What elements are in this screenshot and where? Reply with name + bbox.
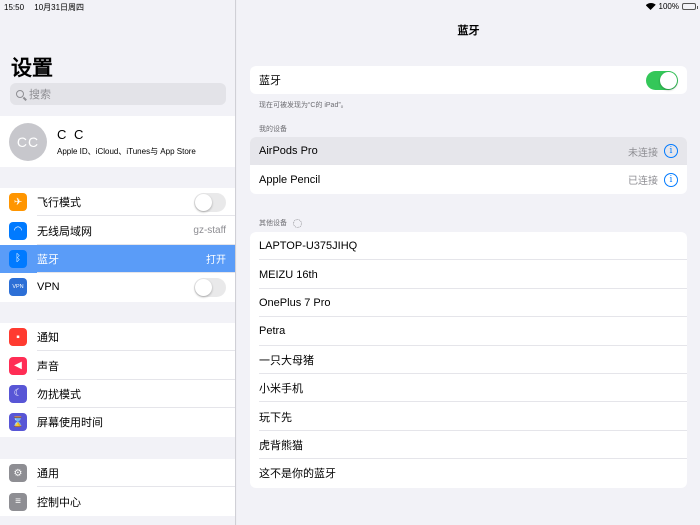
sidebar-item-label: 通用 <box>37 468 59 481</box>
other-device-row[interactable]: OnePlus 7 Pro <box>250 289 687 318</box>
my-devices-header: 我的设备 <box>259 126 287 133</box>
sidebar-item[interactable]: ✈ 飞行模式 <box>0 188 235 217</box>
sidebar-item-label: VPN <box>37 281 60 294</box>
sidebar-item[interactable]: ⚙ 通用 <box>0 459 235 488</box>
gear-icon: ⚙ <box>9 464 27 483</box>
wifi-icon: ◠ <box>9 221 27 240</box>
sidebar-item[interactable]: ▪ 通知 <box>0 323 235 352</box>
device-name: AirPods Pro <box>259 145 318 158</box>
info-icon[interactable]: i <box>664 172 678 187</box>
my-device-row[interactable]: Apple Pencil 已连接 i <box>250 165 687 193</box>
page-title: 设置 <box>11 57 53 80</box>
bluetooth-panel: 蓝牙 蓝牙 现在可被发现为“C的 iPad”。 我的设备 AirPods Pro… <box>237 0 700 525</box>
battery-percent: 100% <box>658 2 679 11</box>
other-device-row[interactable]: 玩下先 <box>250 402 687 432</box>
discoverable-caption: 现在可被发现为“C的 iPad”。 <box>259 102 348 109</box>
sidebar-item-label: 勿扰模式 <box>37 388 81 401</box>
device-name: 小米手机 <box>259 383 303 396</box>
airplane-icon: ✈ <box>9 193 27 212</box>
my-devices-list: AirPods Pro 未连接 i Apple Pencil 已连接 i <box>250 137 687 194</box>
device-name: 这不是你的蓝牙 <box>259 468 336 481</box>
other-device-row[interactable]: 这不是你的蓝牙 <box>250 459 687 487</box>
bluetooth-row: 蓝牙 <box>250 66 687 94</box>
other-devices-list: LAPTOP-U375JIHQ MEIZU 16th OnePlus 7 Pro Pe… <box>250 232 687 488</box>
toggle-switch[interactable] <box>194 192 226 212</box>
status-time: 15:50 <box>4 3 25 12</box>
device-name: 虎背熊猫 <box>259 439 303 452</box>
sidebar-item-label: 飞行模式 <box>37 197 81 210</box>
hourglass-icon: ⌛ <box>9 413 27 432</box>
account-name: C C <box>57 126 86 142</box>
control-center-icon: ≡ <box>9 492 27 511</box>
sidebar-item-label: 蓝牙 <box>37 253 59 266</box>
other-device-row[interactable]: Petra <box>250 317 687 346</box>
other-device-row[interactable]: LAPTOP-U375JIHQ <box>250 232 687 261</box>
other-device-row[interactable]: MEIZU 16th <box>250 260 687 290</box>
status-bar: 15:50 10月31日周四 100% <box>0 0 700 12</box>
search-placeholder: 搜索 <box>29 89 51 101</box>
sidebar-item-label: 屏幕使用时间 <box>37 417 103 430</box>
device-name: Petra <box>259 325 286 338</box>
sidebar-item[interactable]: ◠ 无线局域网 gz-staff <box>0 216 235 246</box>
avatar: CC <box>9 122 47 161</box>
device-name: Apple Pencil <box>259 173 321 186</box>
device-name: 一只大母猪 <box>259 354 314 367</box>
other-device-row[interactable]: 小米手机 <box>250 374 687 403</box>
apple-id-account-row[interactable]: CC C C Apple ID、iCloud、iTunes与 App Store <box>0 116 235 167</box>
sidebar-item[interactable]: ⌛ 屏幕使用时间 <box>0 408 235 436</box>
moon-icon: ☾ <box>9 384 27 403</box>
device-name: LAPTOP-U375JIHQ <box>259 240 358 253</box>
device-status: 未连接 <box>628 147 658 159</box>
other-devices-header: 其他设备 <box>259 218 302 228</box>
bluetooth-label: 蓝牙 <box>259 75 281 88</box>
sound-icon: ◀ <box>9 356 27 375</box>
battery-icon <box>682 3 698 10</box>
sidebar-item-label: 声音 <box>37 360 59 373</box>
sidebar-item-label: 通知 <box>37 332 59 345</box>
vpn-icon: VPN <box>9 278 27 297</box>
panel-title: 蓝牙 <box>457 25 480 37</box>
notifications-icon: ▪ <box>9 328 27 347</box>
bluetooth-toggle-card: 蓝牙 <box>250 66 687 95</box>
bluetooth-icon: ᛒ <box>9 249 27 268</box>
info-icon[interactable]: i <box>664 144 678 159</box>
other-device-row[interactable]: 一只大母猪 <box>250 346 687 375</box>
account-subtitle: Apple ID、iCloud、iTunes与 App Store <box>57 146 196 156</box>
status-date: 10月31日周四 <box>34 3 85 12</box>
my-device-row[interactable]: AirPods Pro 未连接 i <box>250 137 687 166</box>
sidebar-item-value: 打开 <box>206 255 226 267</box>
device-name: 玩下先 <box>259 411 292 424</box>
connectivity-group: ✈ 飞行模式 ◠ 无线局域网 gz-staff ᛒ 蓝牙 打开 VPN VPN <box>0 188 235 302</box>
notifications-group: ▪ 通知 ◀ 声音 ☾ 勿扰模式 ⌛ 屏幕使用时间 <box>0 323 235 437</box>
search-input[interactable]: 搜索 <box>10 83 226 105</box>
device-name: OnePlus 7 Pro <box>259 296 331 309</box>
sidebar-item[interactable]: ◀ 声音 <box>0 351 235 381</box>
sidebar-item[interactable]: ≡ 控制中心 <box>0 487 235 515</box>
sidebar-item-value: gz-staff <box>193 225 226 237</box>
sidebar-item-label: 控制中心 <box>37 496 81 509</box>
loading-spinner-icon <box>293 218 302 228</box>
device-name: MEIZU 16th <box>259 268 318 281</box>
bluetooth-toggle[interactable] <box>646 70 678 90</box>
settings-sidebar: 设置 搜索 CC C C Apple ID、iCloud、iTunes与 App… <box>0 0 236 525</box>
device-status: 已连接 <box>628 176 658 188</box>
wifi-status-icon <box>646 3 656 10</box>
sidebar-item-label: 无线局域网 <box>37 225 92 238</box>
sidebar-item[interactable]: ᛒ 蓝牙 打开 <box>0 244 235 274</box>
toggle-switch[interactable] <box>194 277 226 297</box>
general-group: ⚙ 通用 ≡ 控制中心 <box>0 459 235 516</box>
sidebar-item[interactable]: VPN VPN <box>0 273 235 301</box>
other-device-row[interactable]: 虎背熊猫 <box>250 431 687 460</box>
search-icon <box>16 90 24 98</box>
sidebar-item[interactable]: ☾ 勿扰模式 <box>0 380 235 409</box>
